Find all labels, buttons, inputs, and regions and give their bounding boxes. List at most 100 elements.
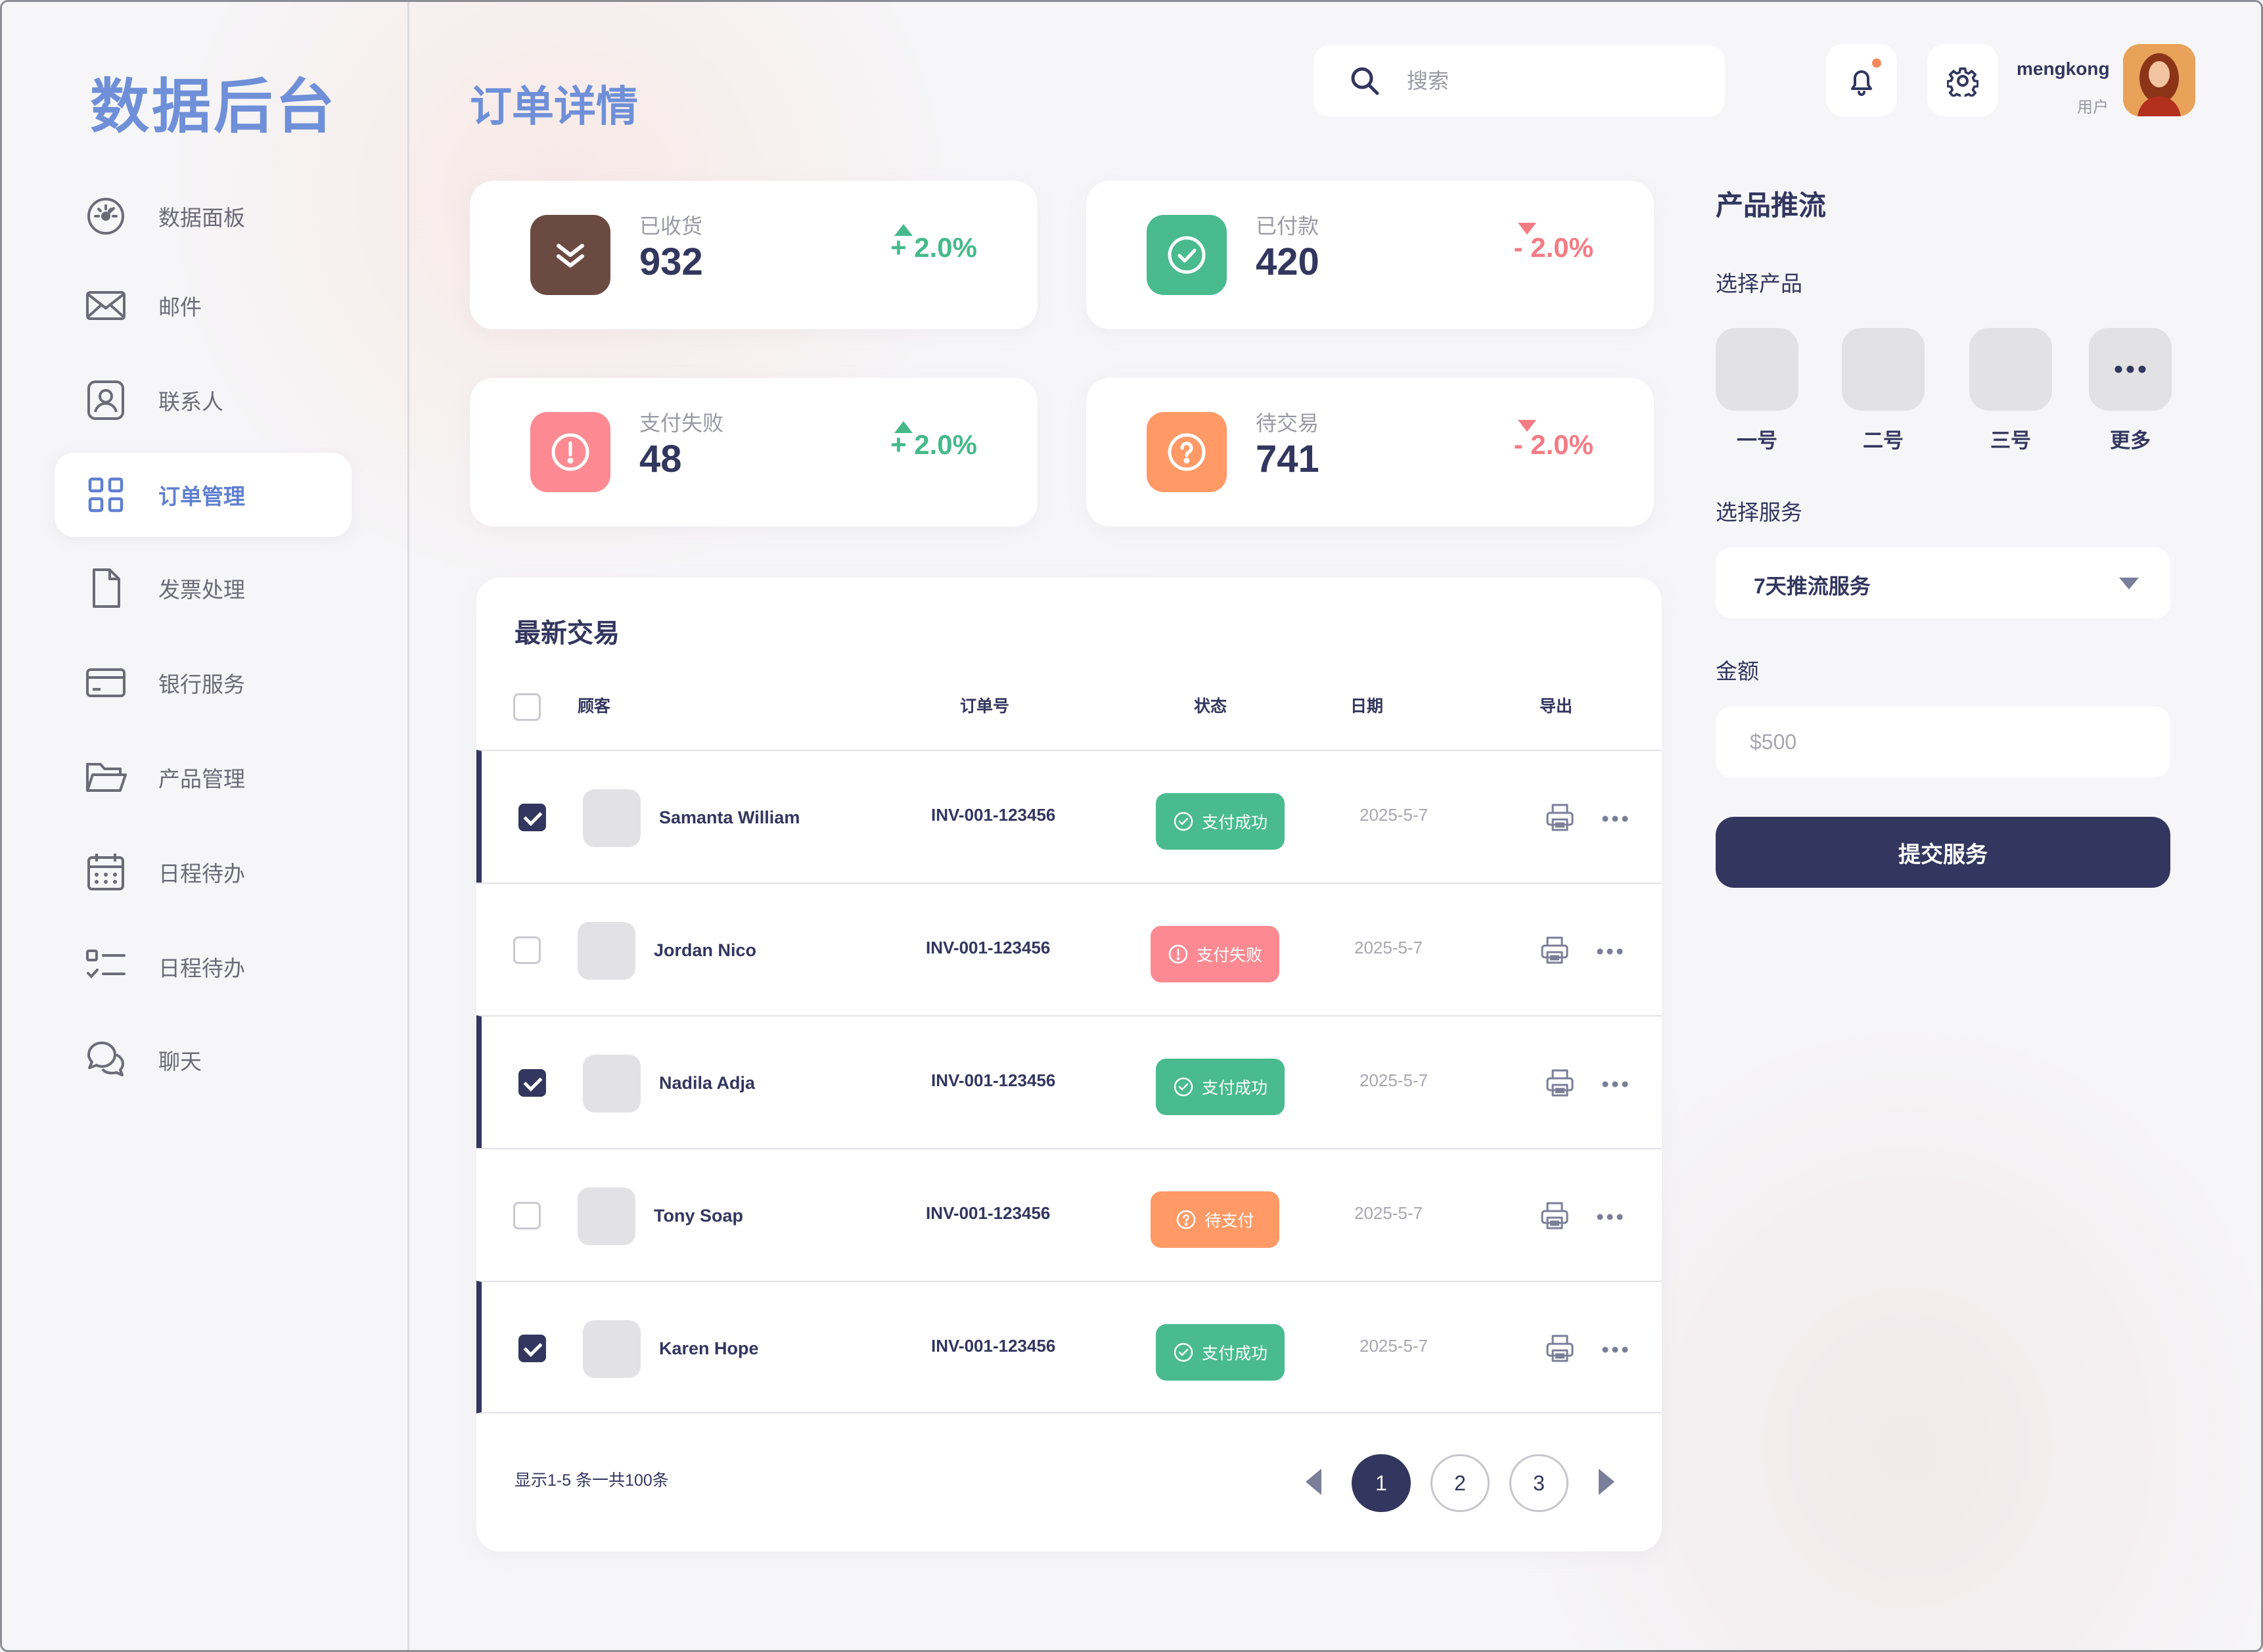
printer-icon[interactable] <box>1543 801 1576 834</box>
product-label: 更多 <box>2110 429 2151 452</box>
promo-title: 产品推流 <box>1716 190 1827 221</box>
more-icon[interactable] <box>1593 1201 1626 1233</box>
order-number: INV-001-123456 <box>926 1203 1051 1223</box>
more-icon[interactable] <box>1599 802 1632 835</box>
row-checkbox[interactable] <box>513 1202 541 1229</box>
service-select[interactable]: 7天推流服务 <box>1716 547 2170 618</box>
more-icon[interactable] <box>1599 1068 1632 1101</box>
check-circle-icon <box>1168 236 1206 274</box>
date-cell: 2025-5-7 <box>1360 1070 1429 1090</box>
transactions-card: 最新交易 顾客 订单号 状态 日期 导出 Samanta William INV… <box>476 578 1662 1551</box>
page-title: 订单详情 <box>470 83 638 130</box>
column-header-order[interactable]: 订单号 <box>960 693 1009 717</box>
search-icon <box>1351 67 1379 95</box>
settings-button[interactable] <box>1927 44 1998 116</box>
table-row[interactable]: Samanta William INV-001-123456 支付成功 2025… <box>476 750 1662 883</box>
page-button-2[interactable]: 2 <box>1430 1454 1490 1512</box>
table-row[interactable]: Tony Soap INV-001-123456 待支付 2025-5-7 <box>476 1148 1662 1281</box>
column-header-date[interactable]: 日期 <box>1350 693 1383 717</box>
table-row[interactable]: Nadila Adja INV-001-123456 支付成功 2025-5-7 <box>476 1015 1662 1148</box>
amount-input[interactable] <box>1750 726 2131 758</box>
table-row[interactable]: Karen Hope INV-001-123456 支付成功 2025-5-7 <box>476 1281 1662 1413</box>
order-number: INV-001-123456 <box>931 1070 1056 1090</box>
service-select-value: 7天推流服务 <box>1754 574 1871 598</box>
product-option-3[interactable] <box>1969 328 2052 411</box>
column-header-customer[interactable]: 顾客 <box>578 693 610 717</box>
row-checkbox[interactable] <box>518 804 546 831</box>
more-icon[interactable] <box>1593 935 1626 968</box>
date-cell: 2025-5-7 <box>1360 805 1429 825</box>
product-more-button[interactable] <box>2089 328 2172 411</box>
printer-icon[interactable] <box>1538 1199 1571 1232</box>
row-checkbox[interactable] <box>513 936 541 964</box>
product-label: 一号 <box>1737 429 1777 452</box>
stat-trend: - 2.0% <box>1514 420 1593 461</box>
sidebar-item-orders[interactable]: 订单管理 <box>55 453 352 537</box>
sidebar-item-chat[interactable]: 聊天 <box>55 1018 352 1102</box>
notifications-button[interactable] <box>1826 44 1897 116</box>
next-page-icon[interactable] <box>1599 1469 1614 1495</box>
sidebar-item-invoices[interactable]: 发票处理 <box>55 546 352 630</box>
row-checkbox[interactable] <box>518 1335 546 1362</box>
sidebar-item-mail[interactable]: 邮件 <box>55 264 352 348</box>
table-row[interactable]: Jordan Nico INV-001-123456 支付失败 2025-5-7 <box>476 883 1662 1015</box>
stat-value: 420 <box>1256 241 1319 283</box>
customer-name: Samanta William <box>659 808 800 827</box>
check-circle-icon <box>1174 1077 1193 1097</box>
row-checkbox[interactable] <box>518 1069 546 1097</box>
status-badge: 支付成功 <box>1156 1059 1285 1115</box>
sidebar-item-label: 邮件 <box>158 295 202 319</box>
contact-icon <box>87 380 124 420</box>
sidebar-item-label: 日程待办 <box>158 956 245 980</box>
sidebar-item-schedule[interactable]: 日程待办 <box>55 830 352 914</box>
printer-icon[interactable] <box>1543 1332 1576 1365</box>
chat-icon <box>87 1042 124 1076</box>
stat-value: 932 <box>639 241 703 283</box>
sidebar-item-todo[interactable]: 日程待办 <box>55 925 352 1009</box>
search-input[interactable] <box>1407 65 1696 97</box>
stat-icon-box <box>530 412 610 492</box>
sidebar: 数据后台 数据面板 邮件 联系人 订单管理 发票处理 银行服务 产品管理 日程待… <box>2 2 409 1650</box>
mail-icon <box>86 291 126 320</box>
previous-page-icon[interactable] <box>1306 1469 1321 1495</box>
more-icon <box>2114 365 2146 373</box>
amount-field[interactable] <box>1716 706 2170 777</box>
more-icon[interactable] <box>1599 1333 1632 1366</box>
checklist-icon <box>86 950 126 978</box>
alert-circle-icon <box>1168 944 1188 964</box>
customer-avatar <box>583 1055 641 1113</box>
sidebar-item-banking[interactable]: 银行服务 <box>55 641 352 725</box>
question-circle-icon <box>1177 1210 1196 1229</box>
page-button-3[interactable]: 3 <box>1509 1454 1568 1512</box>
select-all-checkbox[interactable] <box>513 693 541 721</box>
dashboard-icon <box>87 198 124 235</box>
calendar-icon <box>87 854 124 890</box>
customer-avatar <box>578 922 635 980</box>
check-circle-icon <box>1174 812 1193 831</box>
alert-circle-icon <box>551 433 589 471</box>
stat-label: 已收货 <box>639 214 703 238</box>
user-role: 用户 <box>2077 99 2109 116</box>
column-header-export[interactable]: 导出 <box>1540 693 1572 717</box>
select-product-label: 选择产品 <box>1716 271 1802 296</box>
product-label: 三号 <box>1990 429 2031 452</box>
submit-service-button[interactable]: 提交服务 <box>1716 817 2170 888</box>
order-number: INV-001-123456 <box>926 938 1051 957</box>
page-button-1[interactable]: 1 <box>1352 1454 1411 1512</box>
product-option-2[interactable] <box>1842 328 1925 411</box>
column-header-status[interactable]: 状态 <box>1194 693 1227 717</box>
document-icon <box>93 568 120 608</box>
sidebar-item-products[interactable]: 产品管理 <box>55 735 352 819</box>
customer-name: Nadila Adja <box>659 1073 756 1093</box>
printer-icon[interactable] <box>1538 934 1571 967</box>
printer-icon[interactable] <box>1543 1067 1576 1099</box>
app-window: 数据后台 数据面板 邮件 联系人 订单管理 发票处理 银行服务 产品管理 日程待… <box>0 0 2263 1652</box>
search-box[interactable] <box>1314 45 1725 116</box>
trend-down-icon <box>1517 420 1536 432</box>
stat-trend: - 2.0% <box>1514 223 1593 264</box>
sidebar-item-contacts[interactable]: 联系人 <box>55 358 352 442</box>
user-avatar[interactable] <box>2123 44 2195 116</box>
product-option-1[interactable] <box>1716 328 1798 411</box>
sidebar-item-dashboard[interactable]: 数据面板 <box>55 174 352 258</box>
select-service-label: 选择服务 <box>1716 500 1802 524</box>
